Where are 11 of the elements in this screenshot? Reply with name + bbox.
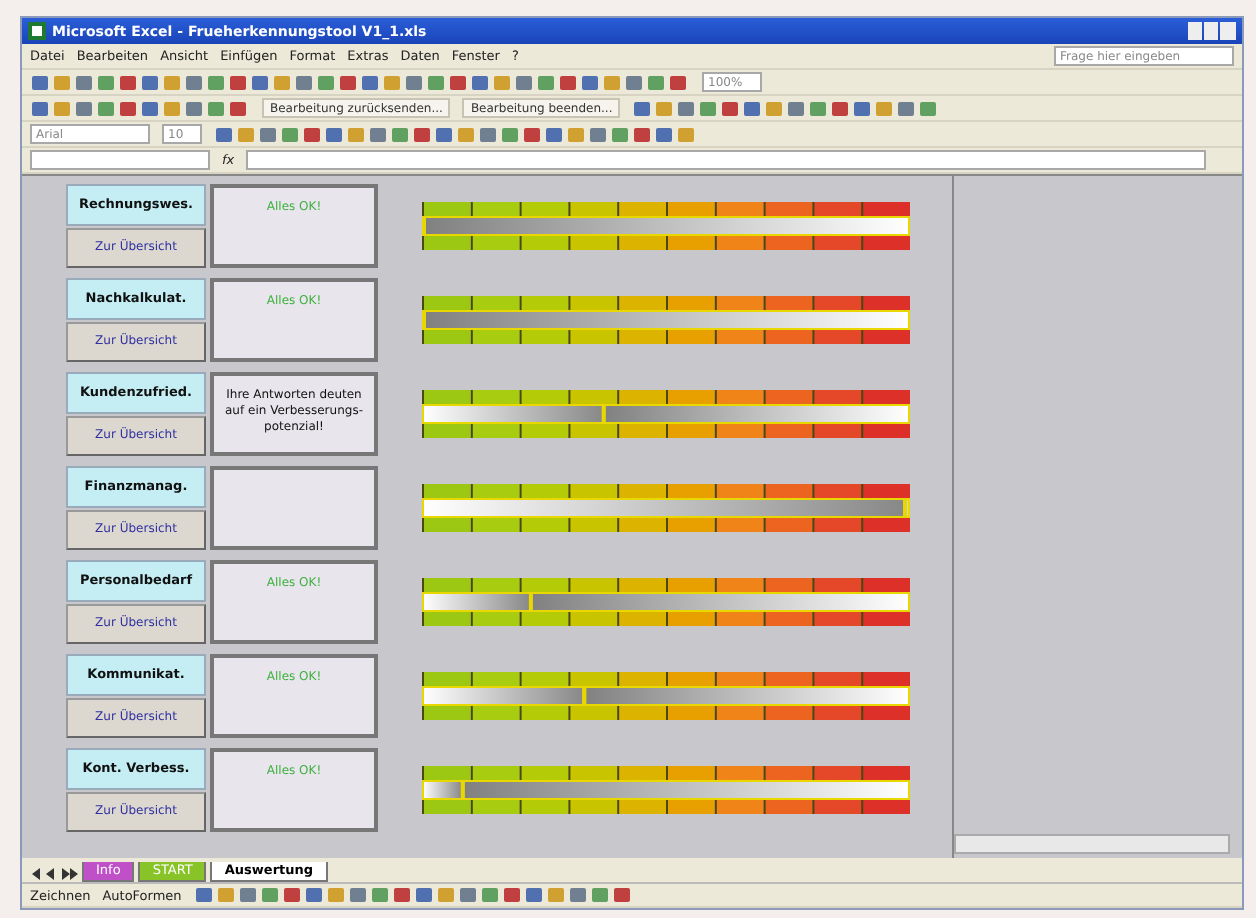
toolbar-icons-drawing[interactable] [632, 99, 941, 117]
window-controls-icon[interactable] [1188, 22, 1236, 40]
excel-logo-icon [28, 22, 46, 40]
toolbar-icons-drawing[interactable] [214, 125, 698, 143]
formula-field[interactable] [246, 150, 1207, 170]
toolbar-icons-drawing[interactable] [30, 99, 250, 117]
tab-navigation-icon[interactable] [30, 866, 78, 882]
toolbar-icons-drawing[interactable] [30, 73, 690, 91]
horizontal-scrollbar[interactable] [954, 834, 1230, 854]
toolbar-icons-drawing[interactable] [193, 886, 634, 904]
name-box[interactable] [30, 150, 210, 170]
